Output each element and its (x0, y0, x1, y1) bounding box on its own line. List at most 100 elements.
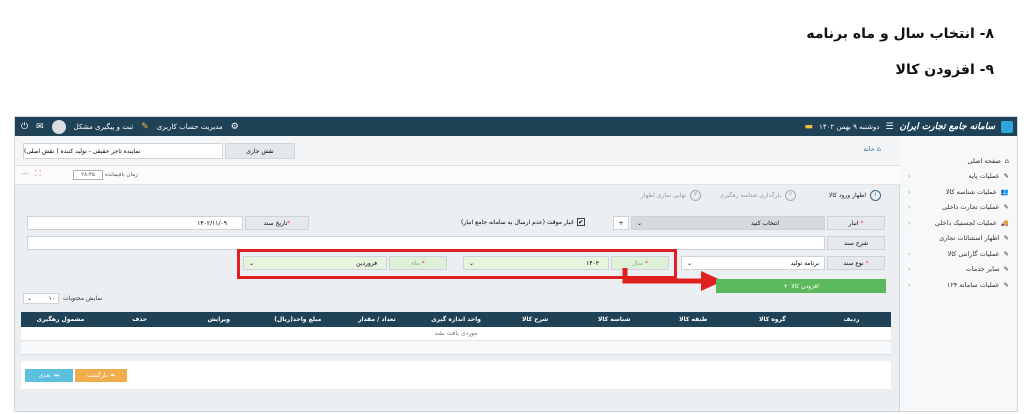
sidebar-item[interactable]: ✎ عملیات تجارت داخلی ‹ (900, 200, 1017, 216)
table-empty-row: موردی یافت نشد (21, 327, 891, 341)
minimize-icon[interactable]: — (21, 169, 35, 178)
step-number: ۳ (690, 189, 701, 201)
sidebar-item[interactable]: ✎ عملیات پایه ‹ (900, 169, 1017, 185)
avatar[interactable] (51, 119, 66, 134)
column-header[interactable]: واحد اندازه گیری (416, 312, 495, 327)
step-3[interactable]: ۳ نهایی سازی اظهار (641, 188, 701, 202)
sidebar-item-label: صفحه اصلی (967, 156, 1001, 165)
column-header[interactable]: حذف (100, 312, 179, 327)
expand-icon[interactable]: ⛶ (35, 169, 47, 178)
step-label: بارگذاری شناسه رهگیری (719, 191, 781, 199)
column-header[interactable]: ویرایش (179, 312, 258, 327)
chevron-left-icon: ‹ (908, 249, 911, 258)
doc-date-label: * تاریخ سند (245, 216, 309, 230)
current-role-label: نقش جاری (225, 143, 295, 159)
breadcrumb-home[interactable]: خانه (863, 145, 874, 153)
column-header[interactable]: شناسه کالا (575, 312, 654, 327)
edit-icon: ✎ (1003, 234, 1009, 243)
logo-icon (1001, 120, 1013, 133)
chevron-left-icon: ‹ (908, 265, 911, 274)
step-number: ۲ (785, 189, 796, 201)
step-1[interactable]: ۱ اظهار ورود کالا (829, 188, 881, 202)
sidebar-item-label: عملیات تجارت داخلی (942, 203, 1000, 212)
column-header[interactable]: مشمول رهگیری (21, 312, 100, 327)
doc-date-input[interactable]: ۱۴۰۲/۱۱/۰۹ (27, 216, 243, 230)
back-button[interactable]: بازگشت ➦ (75, 369, 127, 382)
doc-date-value: ۱۴۰۲/۱۱/۰۹ (197, 219, 227, 227)
sidebar-item-label: عملیات گارانتی کالا (947, 249, 1000, 258)
chevron-left-icon: ‹ (908, 203, 911, 212)
sidebar-item[interactable]: ✎ عملیات گارانتی کالا ‹ (900, 246, 1017, 262)
current-date: دوشنبه ۹ بهمن ۱۴۰۲ (819, 122, 880, 131)
checkbox-icon[interactable]: ✔ (576, 218, 585, 226)
truck-icon: 🚚 (1000, 218, 1009, 227)
edit-icon: ✎ (1003, 203, 1009, 212)
breadcrumb[interactable]: ⌂ خانه (863, 145, 881, 153)
chevron-left-icon: ‹ (908, 218, 911, 227)
column-header[interactable]: تعداد / مقدار (337, 312, 416, 327)
remaining-time-label: زمان باقیمانده (105, 172, 138, 178)
skip-next-icon: ⏭ (54, 371, 60, 379)
home-icon: ⌂ (1004, 156, 1009, 165)
next-button[interactable]: بعدی ⏭ (25, 369, 73, 382)
issue-tracking-link[interactable]: ثبت و پیگیری مشکل (74, 123, 134, 131)
remaining-time-value: ۲۸:۳۵ (73, 170, 103, 180)
sidebar-item[interactable]: 🚚 عملیات لجستیک داخلی ‹ (900, 215, 1017, 231)
account-management-link[interactable]: مدیریت حساب کاربری (157, 123, 223, 131)
toggle-icon[interactable]: ▬ (805, 122, 814, 132)
sidebar-item[interactable]: ✎ اظهار استثنائات تجاری (900, 231, 1017, 247)
column-header[interactable]: گروه کالا (733, 312, 812, 327)
chevron-down-icon: ⌄ (637, 219, 643, 227)
doc-desc-input[interactable] (27, 236, 825, 250)
page-size-select[interactable]: ۱۰ ⌄ (23, 293, 59, 304)
home-icon: ⌂ (876, 145, 881, 153)
top-bar: سامانه جامع تجارت ایران ☰ دوشنبه ۹ بهمن … (15, 117, 1017, 136)
table-header: ردیف گروه کالا طبقه کالا شناسه کالا شرح کالا… (21, 312, 891, 327)
doc-type-label: * نوع سند (827, 256, 885, 270)
sidebar-item-label: عملیات سامانه ۱۲۴ (946, 280, 1000, 289)
warehouse-label: * انبار (827, 216, 885, 230)
warehouse-placeholder: انتخاب کنید (750, 219, 779, 227)
column-header[interactable]: شرح کالا (496, 312, 575, 327)
chevron-down-icon: ⌄ (687, 259, 693, 267)
column-header[interactable]: ردیف (812, 312, 891, 327)
app-window: سامانه جامع تجارت ایران ☰ دوشنبه ۹ بهمن … (14, 116, 1018, 412)
window-controls[interactable]: —⛶ (21, 169, 47, 179)
current-role-select[interactable]: نماینده تاجر حقیقی - تولید کننده ( نقش ا… (23, 143, 223, 159)
plus-icon: + (783, 282, 789, 290)
instruction-heading-9: ۹- افزودن کالا (895, 62, 994, 78)
edit-icon: ✎ (1003, 280, 1009, 289)
column-header[interactable]: طبقه کالا (654, 312, 733, 327)
chevron-down-icon: ⌄ (29, 147, 35, 155)
warehouse-select[interactable]: انتخاب کنید ⌄ (631, 216, 825, 230)
sidebar-item[interactable]: ⌂ صفحه اصلی (900, 153, 1017, 169)
logo-text: سامانه جامع تجارت ایران (899, 121, 995, 132)
temp-warehouse-label: انبار موقت (عدم ارسال به سامانه جامع انب… (461, 218, 574, 226)
highlight-box (237, 249, 677, 279)
arrow-icon (622, 268, 723, 291)
menu-icon[interactable]: ☰ (885, 122, 893, 132)
chevron-left-icon: ‹ (908, 280, 911, 289)
step-label: اظهار ورود کالا (828, 191, 866, 199)
edit-icon: ✎ (1003, 172, 1009, 181)
sidebar-item-label: سایر خدمات (965, 265, 1000, 274)
footer-bar: بعدی ⏭ بازگشت ➦ (21, 361, 891, 389)
add-goods-label: افزودن کالا (791, 282, 819, 290)
sidebar-item[interactable]: 👥 عملیات شناسه کالا ‹ (900, 184, 1017, 200)
add-goods-button[interactable]: + افزودن کالا (716, 279, 886, 293)
share-arrow-icon: ➦ (110, 372, 116, 379)
sidebar-item[interactable]: ✎ عملیات سامانه ۱۲۴ ‹ (900, 277, 1017, 293)
power-icon[interactable]: ⏻ (21, 122, 28, 132)
mail-icon[interactable]: ✉ (36, 122, 44, 132)
column-header[interactable]: مبلغ واحد(ریال) (258, 312, 337, 327)
edit-icon: ✎ (1003, 249, 1009, 258)
sidebar-item-label: اظهار استثنائات تجاری (939, 234, 1000, 243)
page-size-label: نمایش محتویات (63, 295, 103, 302)
sidebar-item[interactable]: ✎ سایر خدمات ‹ (900, 262, 1017, 278)
users-icon: 👥 (1000, 187, 1009, 196)
sidebar: ⌂ صفحه اصلی ✎ عملیات پایه ‹ 👥 عملیات شناسه کال… (899, 136, 1017, 411)
temp-warehouse-checkbox[interactable]: ✔ انبار موقت (عدم ارسال به سامانه جامع ا… (461, 218, 585, 226)
add-warehouse-icon[interactable]: + (613, 216, 629, 230)
gears-icon: ⚙ (230, 121, 239, 132)
step-2[interactable]: ۲ بارگذاری شناسه رهگیری (719, 188, 796, 202)
